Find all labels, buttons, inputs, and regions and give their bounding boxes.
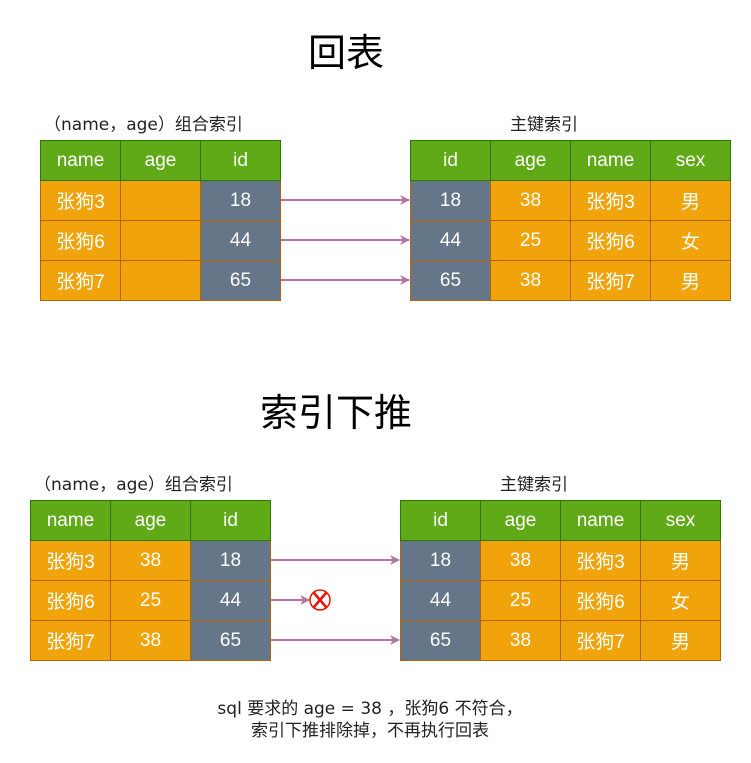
x-circle-icon xyxy=(309,589,331,611)
note-line-1: sql 要求的 age = 38 ，张狗6 不符合， xyxy=(217,699,523,719)
note-line-2: 索引下推排除掉，不再执行回表 xyxy=(251,721,489,741)
arrows-layer xyxy=(271,195,410,645)
explanation-note: sql 要求的 age = 38 ，张狗6 不符合， 索引下推排除掉，不再执行回… xyxy=(170,698,570,742)
